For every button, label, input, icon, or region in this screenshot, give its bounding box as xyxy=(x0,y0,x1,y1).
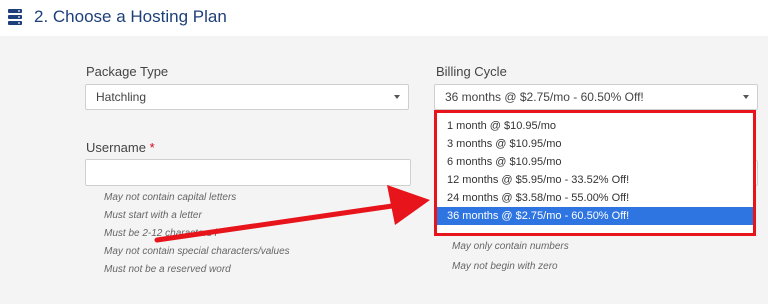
annotation-arrow-icon xyxy=(154,185,430,243)
